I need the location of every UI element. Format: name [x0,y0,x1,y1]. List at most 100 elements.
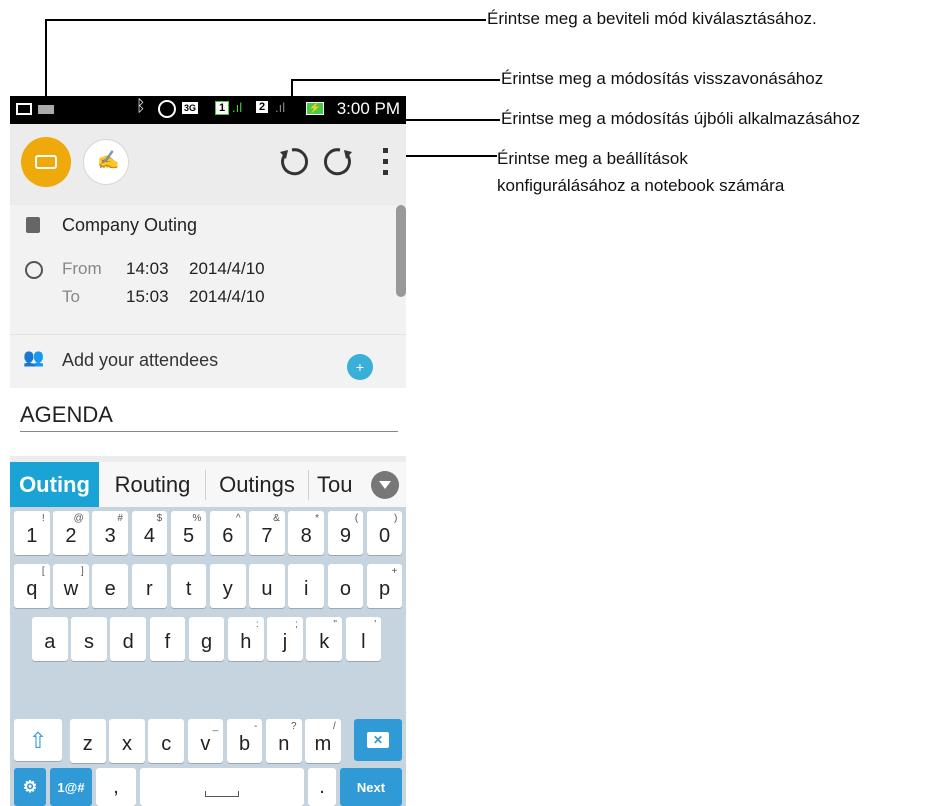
key-label: i [303,578,309,600]
key-i[interactable]: i [288,564,324,608]
input-mode-handwriting-button[interactable]: ✍ [83,139,129,185]
note-editor[interactable]: AGENDA [10,388,406,456]
backspace-icon: ✕ [366,732,390,748]
key-label: s [83,631,94,653]
toolbar: ✍ [10,124,406,205]
clock-icon [25,261,43,279]
key-label: h [240,631,252,653]
key-secondary-label: ) [394,513,398,524]
key-0[interactable]: 0) [366,511,403,555]
key-secondary-label: - [254,721,258,732]
to-time[interactable]: 15:03 [126,287,169,307]
key-w[interactable]: w] [53,564,89,608]
shift-key[interactable]: ⇧ [14,719,62,761]
key-p[interactable]: p + [366,564,403,608]
callout-line-settings [398,155,497,157]
attendees-row[interactable]: 👥 Add your attendees + [10,334,406,389]
input-mode-keyboard-button[interactable] [21,137,71,187]
status-bar: ᛒ 3G 1 .ıl 2 .ıl ⚡ 3:00 PM [10,96,406,124]
key-secondary-label: [ [41,566,45,577]
space-key[interactable] [140,768,304,806]
overflow-dot-3 [383,170,388,175]
settings-key[interactable]: ⚙ [14,768,46,806]
key-v[interactable]: v _ [187,719,224,763]
key-secondary-label: $ [156,513,163,524]
key-q[interactable]: q[ [14,564,50,608]
key-label: 4 [143,525,155,547]
key-o[interactable]: o [327,564,364,608]
expand-suggestions-button[interactable] [371,471,399,499]
key-label: a [44,631,56,653]
key-y[interactable]: y [210,564,246,608]
key-d[interactable]: d [110,617,146,661]
key-6[interactable]: 6 ^ [210,511,246,555]
key-5[interactable]: 5% [170,511,207,555]
redo-icon [324,148,352,176]
key-a[interactable]: a [32,617,68,661]
undo-button[interactable] [274,144,310,180]
key-9[interactable]: 9( [327,511,364,555]
key-z[interactable]: z [70,719,106,763]
callout-input-mode: Érintse meg a beviteli mód kiválasztásáh… [487,9,817,28]
key-s[interactable]: s [71,617,107,661]
key-label: k [319,631,330,653]
key-secondary-label: ' [374,619,377,630]
key-j[interactable]: j; [267,617,303,661]
callout-line-input-mode-h [46,19,486,21]
callout-settings-line1: Érintse meg a beállítások [497,149,688,168]
key-label: r [146,578,153,600]
key-x[interactable]: x [109,719,145,763]
period-key[interactable]: . [308,768,336,806]
suggestion-item[interactable]: Tou [309,462,377,507]
add-attendee-button[interactable]: + [347,354,373,380]
key-e[interactable]: e [92,564,128,608]
handwriting-pen-icon: ✍ [97,150,120,170]
redo-button[interactable] [322,144,358,180]
key-2[interactable]: 2 @ [53,511,89,555]
backspace-key[interactable]: ✕ [354,719,402,761]
key-u[interactable]: u [249,564,285,608]
key-label: 7 [261,525,273,547]
key-secondary-label: + [391,566,398,577]
alarm-icon [158,100,176,118]
key-r[interactable]: r [131,564,168,608]
to-date[interactable]: 2014/4/10 [189,287,265,307]
suggestion-item[interactable]: Outings [206,462,308,507]
key-label: w [63,578,79,600]
comma-key[interactable]: , [96,768,136,806]
key-l[interactable]: l ' [345,617,382,661]
key-g[interactable]: g [188,617,225,661]
overflow-menu-button[interactable] [380,146,392,178]
key-f[interactable]: f [149,617,186,661]
key-3[interactable]: 3 # [92,511,128,555]
battery-icon: ⚡ [306,102,324,115]
key-label: 1 [26,525,38,547]
key-m[interactable]: m / [305,719,341,763]
suggestion-item[interactable]: Routing [100,462,205,507]
suggestion-item[interactable]: Outing [10,462,99,507]
key-label: 8 [300,525,312,547]
key-b[interactable]: b- [226,719,263,763]
symbols-key[interactable]: 1@# [50,768,92,806]
key-7[interactable]: 7 & [249,511,285,555]
key-1[interactable]: 1! [14,511,50,555]
key-4[interactable]: 4 $ [131,511,168,555]
next-key[interactable]: Next [340,768,402,806]
key-label: v [200,733,211,755]
key-n[interactable]: n? [266,719,302,763]
status-time: 3:00 PM [336,99,400,118]
from-date[interactable]: 2014/4/10 [189,259,265,279]
key-h[interactable]: h: [228,617,264,661]
key-8[interactable]: 8 * [288,511,324,555]
key-k[interactable]: k " [306,617,342,661]
scrollbar-thumb[interactable] [396,205,406,297]
key-label: j [282,631,288,653]
event-title[interactable]: Company Outing [62,215,197,236]
from-time[interactable]: 14:03 [126,259,169,279]
key-label: u [261,578,273,600]
key-secondary-label: # [117,513,123,524]
gear-icon: ⚙ [22,779,38,796]
key-t[interactable]: t [170,564,207,608]
overflow-menu-icon [383,148,388,153]
key-c[interactable]: c [148,719,184,763]
